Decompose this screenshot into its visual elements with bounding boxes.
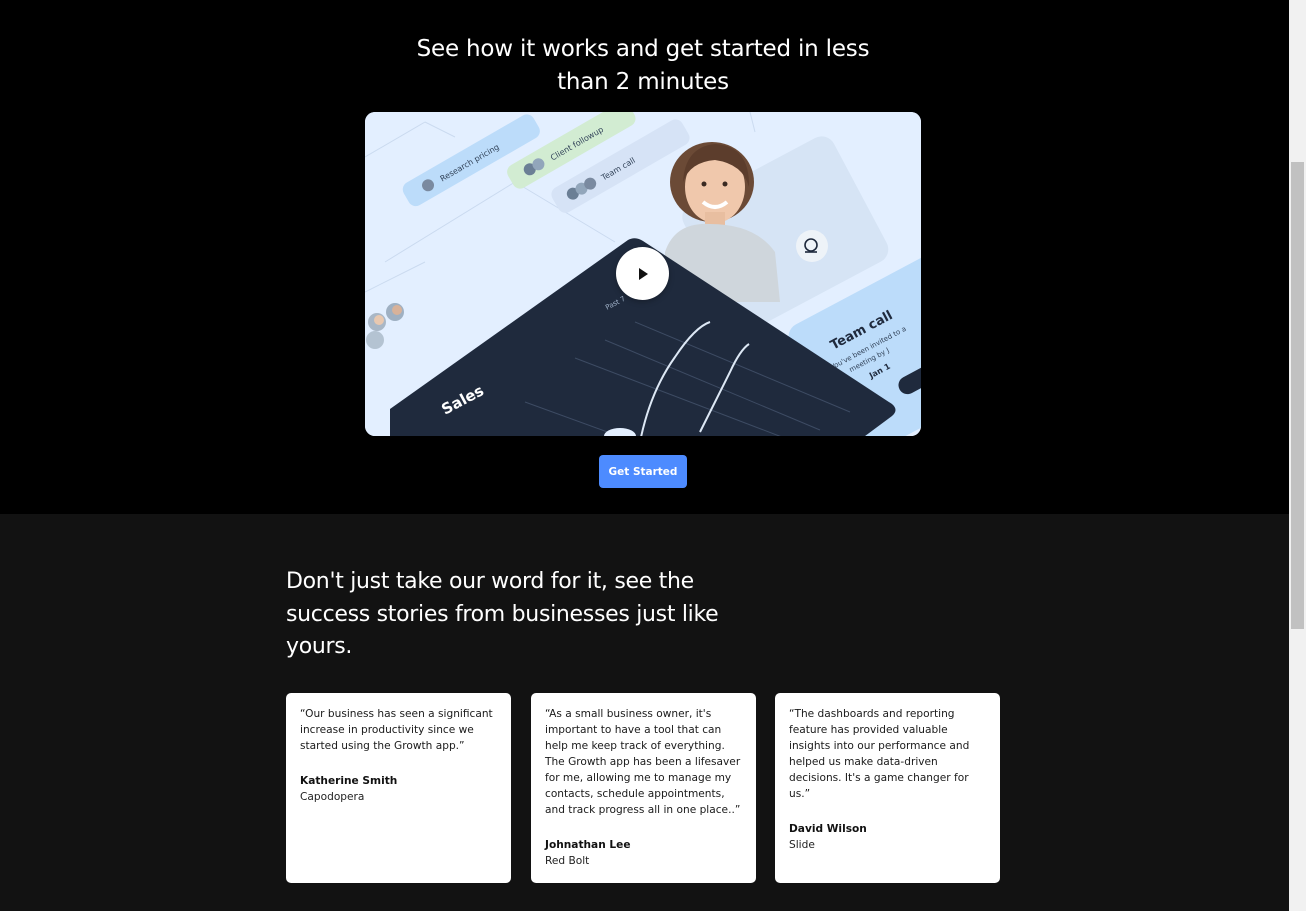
success-stories-section: Don't just take our word for it, see the… [0,514,1289,911]
testimonial-name: Johnathan Lee [545,839,631,851]
scrollbar[interactable] [1289,0,1306,911]
hero-section: See how it works and get started in less… [0,0,1289,514]
stories-title: Don't just take our word for it, see the… [286,569,719,659]
testimonial-company: Red Bolt [545,855,590,867]
scrollbar-thumb[interactable] [1291,162,1304,629]
testimonial-company: Slide [789,839,815,851]
video-player[interactable]: Research pricing Client followup Team ca… [365,112,921,436]
testimonial-company: Capodopera [300,791,365,803]
testimonial-card: “As a small business owner, it's importa… [531,693,756,883]
testimonial-name: David Wilson [789,823,867,835]
hero-title: See how it works and get started in less… [416,36,870,95]
testimonial-card: “The dashboards and reporting feature ha… [775,693,1000,883]
record-icon [796,230,828,262]
testimonial-quote: “The dashboards and reporting feature ha… [789,708,970,800]
page: See how it works and get started in less… [0,0,1306,911]
play-button[interactable] [616,247,669,300]
testimonial-quote: “As a small business owner, it's importa… [545,708,741,816]
play-icon [635,266,651,282]
get-started-button[interactable]: Get Started [599,455,687,488]
testimonial-quote: “Our business has seen a significant inc… [300,708,493,752]
testimonial-card: “Our business has seen a significant inc… [286,693,511,883]
testimonial-name: Katherine Smith [300,775,398,787]
